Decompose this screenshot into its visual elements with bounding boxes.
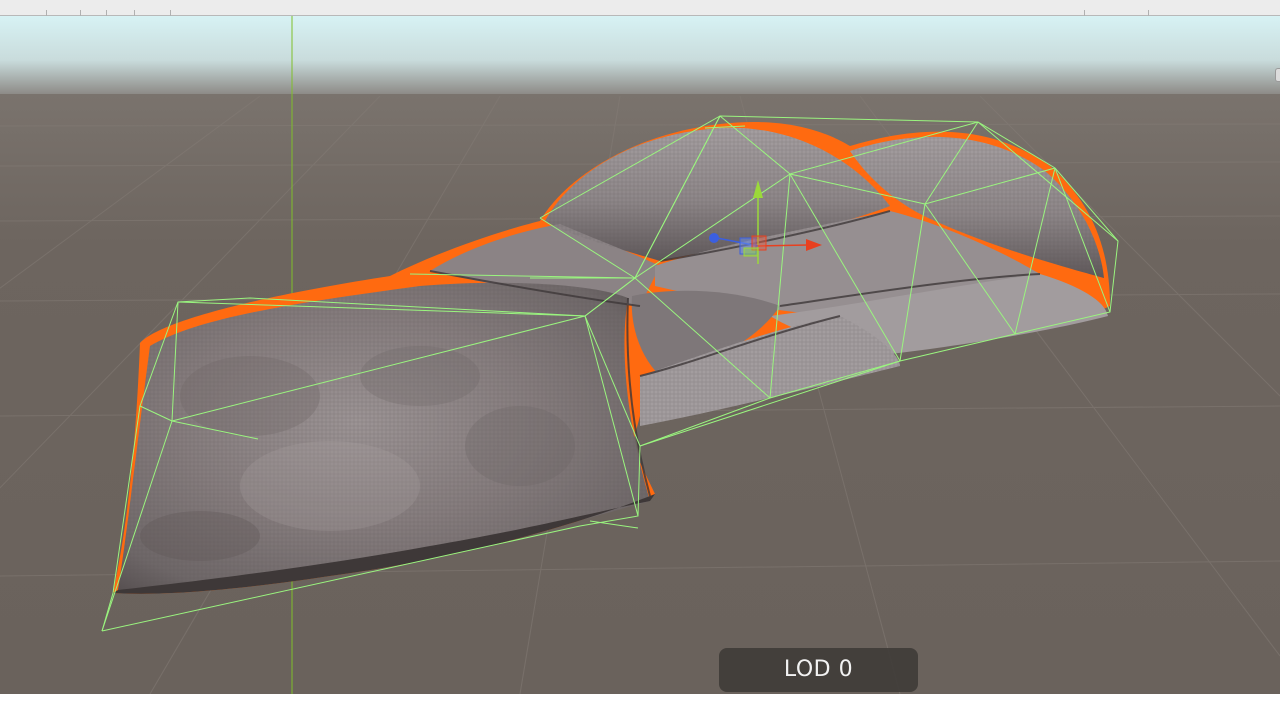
unity-scene-window: LOD 0 xyxy=(0,0,1280,720)
scene-gizmo-edge-handle[interactable] xyxy=(1275,68,1280,82)
window-bottom-strip xyxy=(0,694,1280,720)
scene-viewport[interactable]: LOD 0 xyxy=(0,16,1280,694)
lod-indicator: LOD 0 xyxy=(719,648,918,692)
scene-toolbar xyxy=(0,0,1280,16)
gizmo-plane-handle[interactable] xyxy=(743,247,759,257)
skybox xyxy=(0,16,1280,96)
scene-render[interactable] xyxy=(0,16,1280,694)
gizmo-z-arrow[interactable] xyxy=(709,233,719,243)
